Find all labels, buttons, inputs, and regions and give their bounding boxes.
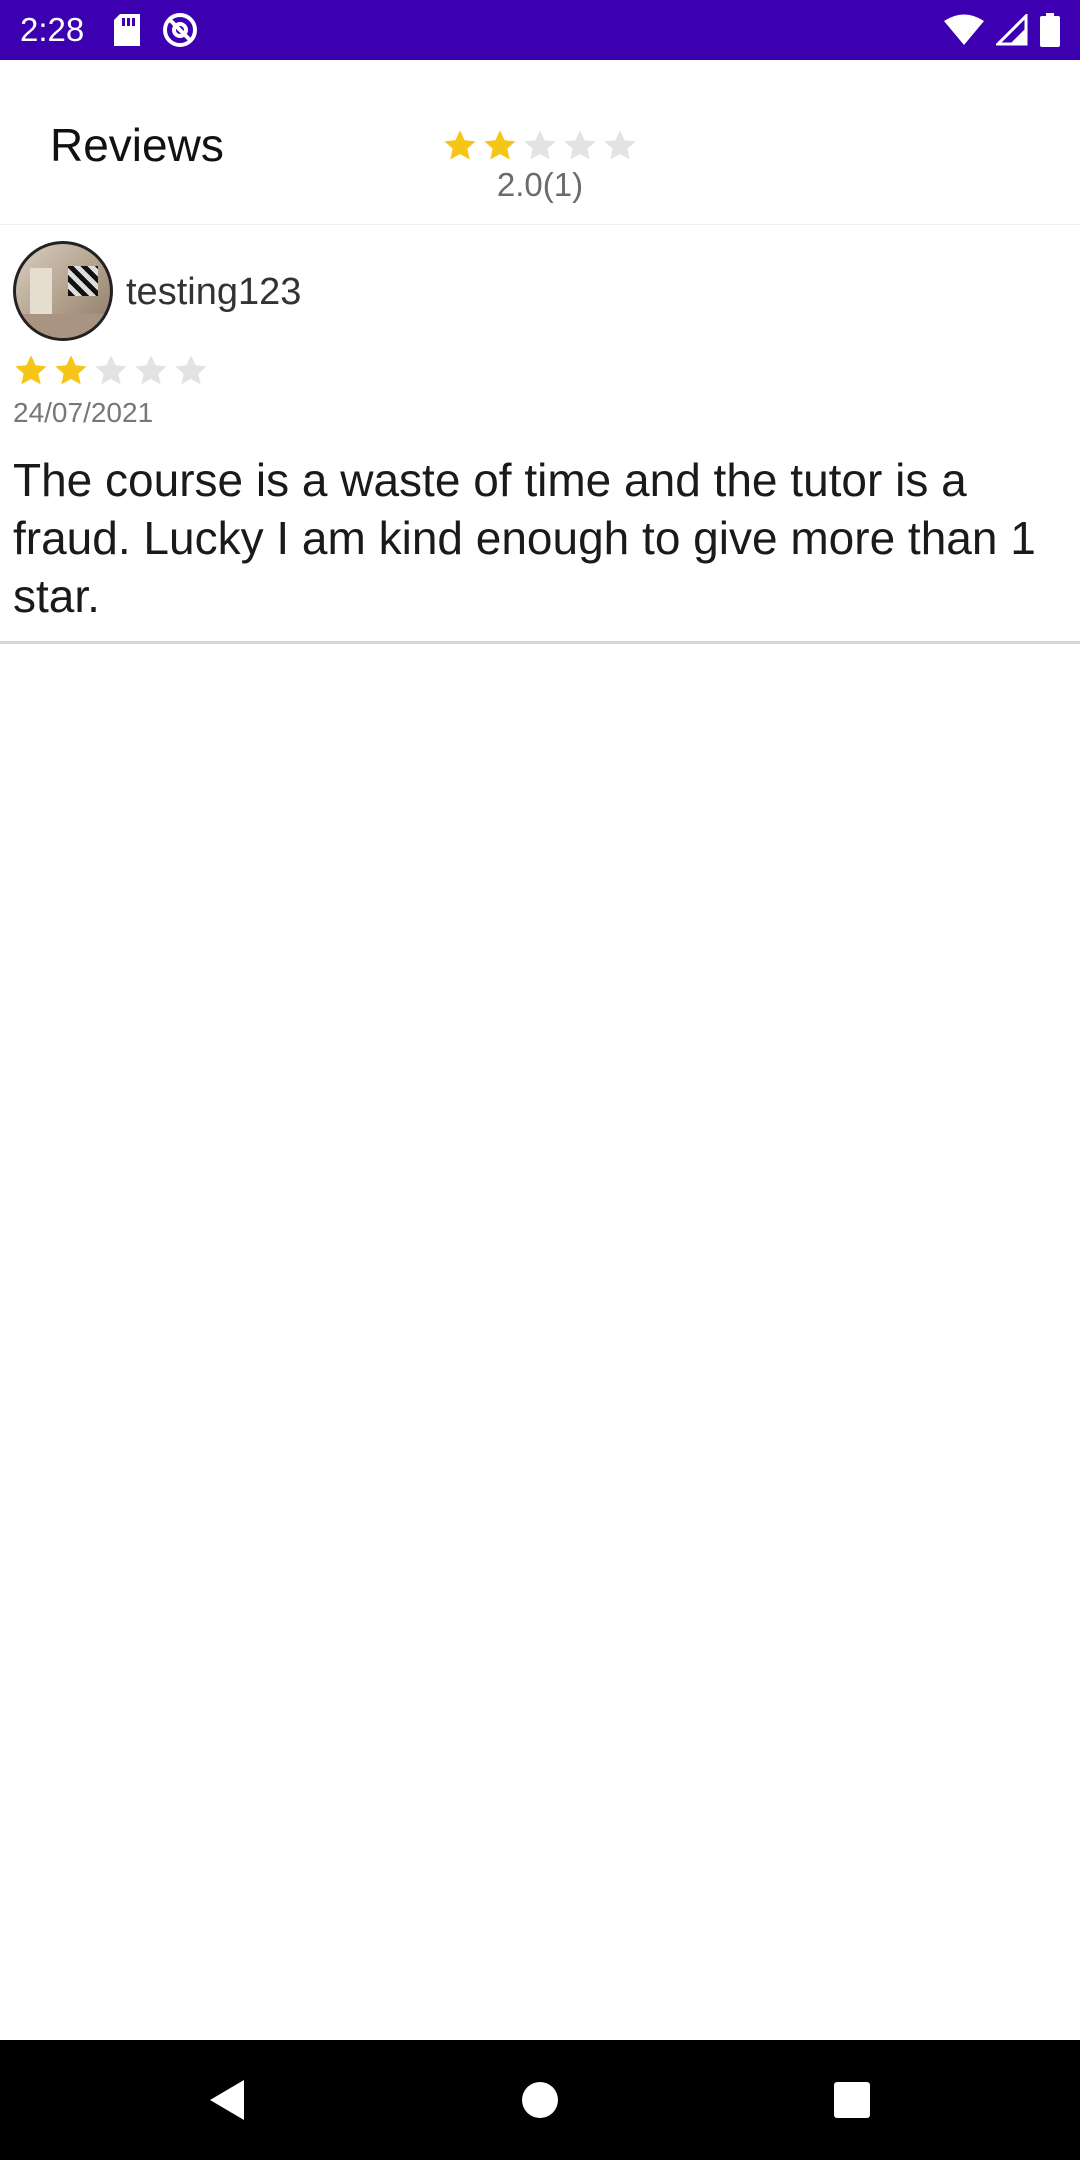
star-empty-icon bbox=[524, 130, 556, 160]
star-empty-icon bbox=[95, 355, 127, 385]
wifi-icon bbox=[944, 14, 984, 46]
navigation-bar bbox=[0, 2040, 1080, 2160]
average-rating: 2.0(1) bbox=[440, 128, 640, 204]
star-empty-icon bbox=[175, 355, 207, 385]
reviews-header: Reviews 2.0(1) bbox=[0, 60, 1080, 224]
star-filled-icon bbox=[55, 355, 87, 385]
average-rating-text: 2.0(1) bbox=[496, 166, 584, 203]
star-filled-icon bbox=[15, 355, 47, 385]
status-time: 2:28 bbox=[20, 11, 85, 48]
status-bar: 2:28 bbox=[0, 0, 1080, 60]
page-title: Reviews bbox=[50, 119, 224, 171]
review-text: The course is a waste of time and the tu… bbox=[13, 454, 1036, 622]
star-empty-icon bbox=[564, 130, 596, 160]
star-filled-icon bbox=[444, 130, 476, 160]
review-date: 24/07/2021 bbox=[13, 397, 154, 428]
star-empty-icon bbox=[135, 355, 167, 385]
sd-card-icon bbox=[114, 14, 141, 46]
recents-icon[interactable] bbox=[792, 2040, 912, 2160]
review-username: testing123 bbox=[126, 271, 302, 313]
signal-icon bbox=[996, 14, 1028, 46]
average-rating-stars bbox=[440, 128, 640, 164]
at-sign-icon bbox=[162, 12, 198, 48]
star-filled-icon bbox=[484, 130, 516, 160]
home-icon[interactable] bbox=[480, 2040, 600, 2160]
avatar[interactable] bbox=[13, 241, 113, 341]
review-card: testing123 24/07/2021 The course is a wa… bbox=[0, 224, 1080, 644]
back-icon[interactable] bbox=[166, 2040, 286, 2160]
review-rating-stars bbox=[13, 353, 209, 389]
battery-icon bbox=[1040, 13, 1060, 47]
star-empty-icon bbox=[604, 130, 636, 160]
